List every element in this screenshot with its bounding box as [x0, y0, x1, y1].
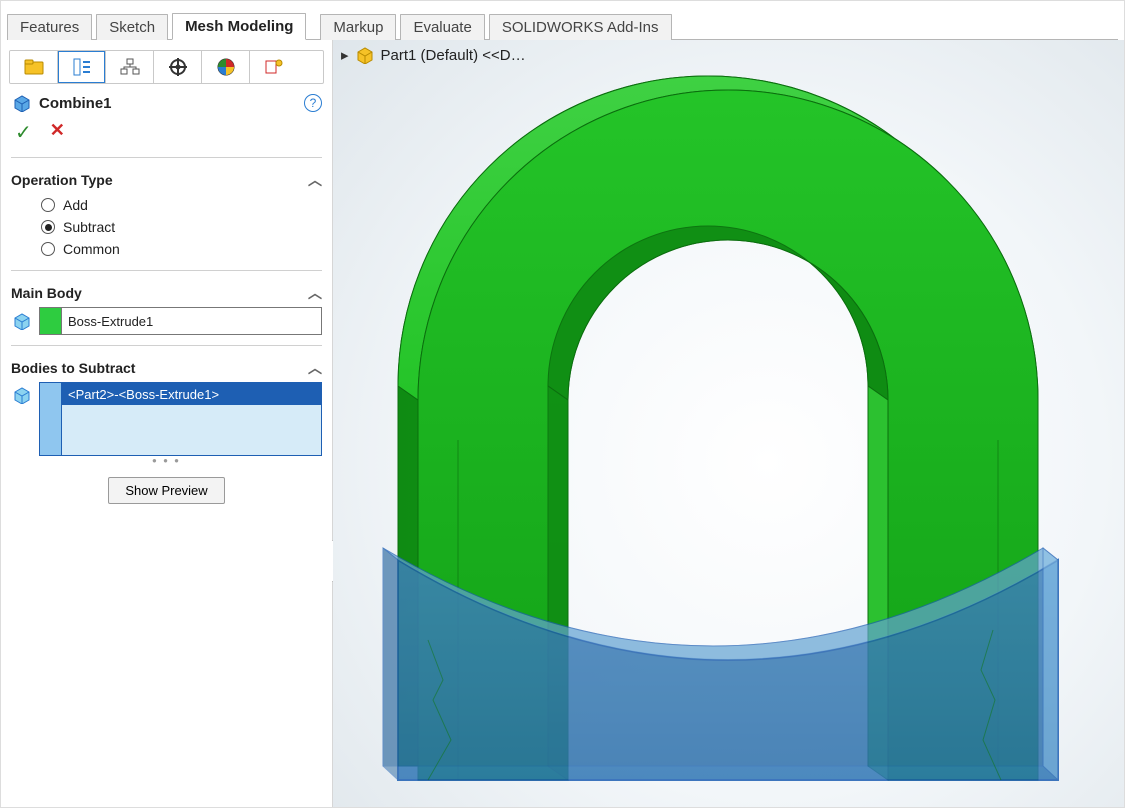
cancel-button[interactable]: ✕	[50, 120, 65, 145]
feature-name: Combine1	[39, 95, 112, 112]
separator	[11, 345, 322, 346]
model-preview	[333, 40, 1124, 807]
main-body-selection-box[interactable]: Boss-Extrude1	[39, 307, 322, 335]
body-icon	[11, 386, 33, 404]
radio-subtract[interactable]: Subtract	[41, 216, 304, 238]
main-body-row: Boss-Extrude1	[1, 305, 332, 341]
radio-add[interactable]: Add	[41, 194, 304, 216]
chevron-up-icon[interactable]: ︿	[308, 170, 322, 190]
main-body-label: Main Body	[11, 285, 82, 301]
panel-tab-feature-manager[interactable]	[10, 51, 58, 83]
bodies-selected-item[interactable]: <Part2>-<Boss-Extrude1>	[62, 383, 321, 405]
radio-icon	[41, 198, 55, 212]
command-manager-tabs: Features Sketch Mesh Modeling Markup Eva…	[1, 1, 1124, 39]
bodies-swatch	[40, 383, 62, 455]
panel-tab-property-manager[interactable]	[58, 51, 106, 83]
breadcrumb-text[interactable]: Part1 (Default) <<D…	[381, 47, 526, 64]
panel-tab-iconbar	[9, 50, 324, 84]
radio-label: Add	[63, 197, 88, 213]
main-body-value: Boss-Extrude1	[62, 308, 321, 334]
main-body-header[interactable]: Main Body ︿	[1, 275, 332, 305]
breadcrumb: ▸ Part1 (Default) <<D…	[341, 46, 526, 64]
resize-grip-icon[interactable]: ● ● ●	[1, 456, 332, 465]
separator	[11, 270, 322, 271]
feature-title-row: Combine1 ?	[1, 90, 332, 114]
ok-button[interactable]: ✓	[15, 120, 32, 145]
body-icon	[11, 312, 33, 330]
tab-sketch[interactable]: Sketch	[96, 14, 168, 40]
tab-markup[interactable]: Markup	[320, 14, 396, 40]
panel-tab-unknown[interactable]	[250, 51, 298, 83]
confirm-bar: ✓ ✕	[1, 114, 332, 153]
operation-type-label: Operation Type	[11, 172, 113, 188]
radio-icon	[41, 220, 55, 234]
graphics-viewport[interactable]: ▸ Part1 (Default) <<D…	[333, 40, 1124, 807]
radio-label: Common	[63, 241, 120, 257]
bodies-to-subtract-header[interactable]: Bodies to Subtract ︿	[1, 350, 332, 380]
chevron-up-icon[interactable]: ︿	[308, 283, 322, 303]
bodies-to-subtract-row: <Part2>-<Boss-Extrude1>	[1, 380, 332, 456]
tab-mesh-modeling[interactable]: Mesh Modeling	[172, 13, 306, 40]
combine-icon	[11, 94, 33, 112]
operation-type-header[interactable]: Operation Type ︿	[1, 162, 332, 192]
chevron-up-icon[interactable]: ︿	[308, 358, 322, 378]
panel-tab-dimxpert[interactable]	[154, 51, 202, 83]
radio-label: Subtract	[63, 219, 115, 235]
panel-tab-display-manager[interactable]	[202, 51, 250, 83]
bodies-to-subtract-listbox[interactable]: <Part2>-<Boss-Extrude1>	[39, 382, 322, 456]
operation-type-options: Add Subtract Common	[1, 192, 332, 266]
show-preview-button[interactable]: Show Preview	[108, 477, 224, 504]
breadcrumb-expand-icon[interactable]: ▸	[341, 46, 349, 64]
separator	[11, 157, 322, 158]
tab-features[interactable]: Features	[7, 14, 92, 40]
help-icon[interactable]: ?	[304, 94, 322, 112]
property-manager-panel: Combine1 ? ✓ ✕ Operation Type ︿ Add Sub	[1, 40, 333, 807]
panel-tab-configuration-manager[interactable]	[106, 51, 154, 83]
tab-evaluate[interactable]: Evaluate	[400, 14, 484, 40]
radio-icon	[41, 242, 55, 256]
main-body-swatch	[40, 308, 62, 334]
bodies-to-subtract-label: Bodies to Subtract	[11, 360, 135, 376]
tab-solidworks-addins[interactable]: SOLIDWORKS Add-Ins	[489, 14, 672, 40]
radio-common[interactable]: Common	[41, 238, 304, 260]
part-icon	[355, 46, 375, 64]
